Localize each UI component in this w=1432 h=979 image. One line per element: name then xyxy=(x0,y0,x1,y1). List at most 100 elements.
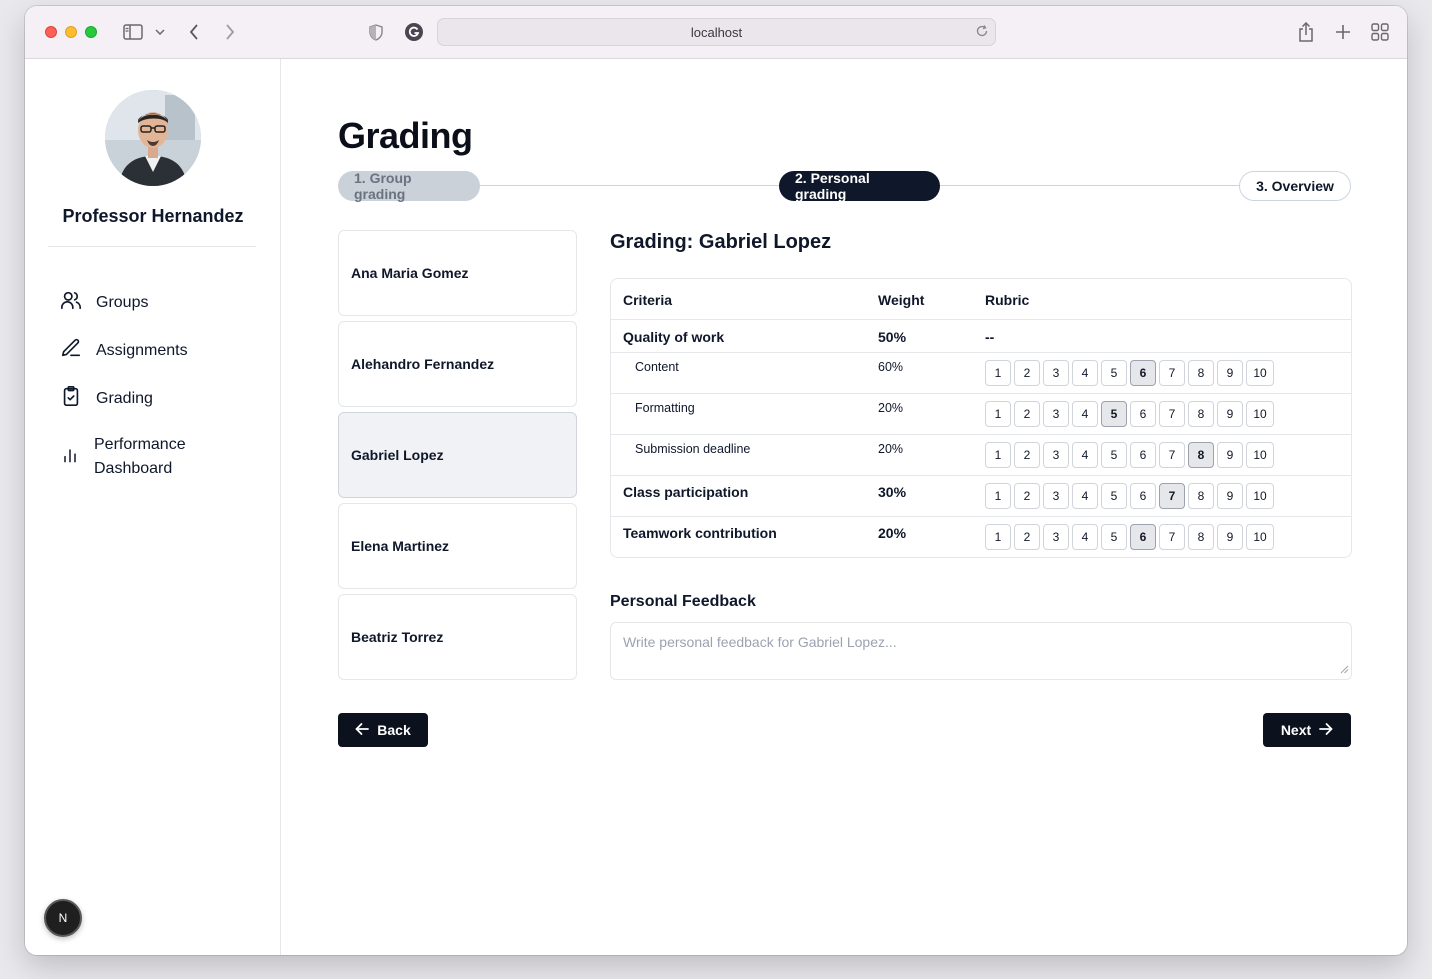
score-button-9[interactable]: 9 xyxy=(1217,442,1243,468)
score-button-3[interactable]: 3 xyxy=(1043,442,1069,468)
feedback-textarea[interactable]: Write personal feedback for Gabriel Lope… xyxy=(610,622,1352,680)
arrow-left-icon xyxy=(355,722,370,739)
score-button-10[interactable]: 10 xyxy=(1246,360,1274,386)
forward-arrow-icon[interactable] xyxy=(221,20,239,44)
step-overview[interactable]: 3. Overview xyxy=(1239,171,1351,201)
score-button-9[interactable]: 9 xyxy=(1217,483,1243,509)
score-button-8[interactable]: 8 xyxy=(1188,442,1214,468)
rubric-scale: 1 2 3 4 5 6 7 8 9 10 xyxy=(985,483,1274,509)
score-button-7[interactable]: 7 xyxy=(1159,442,1185,468)
next-button[interactable]: Next xyxy=(1263,713,1351,747)
score-button-10[interactable]: 10 xyxy=(1246,483,1274,509)
score-button-9[interactable]: 9 xyxy=(1217,360,1243,386)
score-button-6[interactable]: 6 xyxy=(1130,524,1156,550)
score-button-6[interactable]: 6 xyxy=(1130,483,1156,509)
chevron-down-icon[interactable] xyxy=(153,20,167,44)
score-button-2[interactable]: 2 xyxy=(1014,524,1040,550)
score-button-4[interactable]: 4 xyxy=(1072,524,1098,550)
score-button-1[interactable]: 1 xyxy=(985,442,1011,468)
sidebar-item-performance-dashboard[interactable]: Performance Dashboard xyxy=(60,433,186,481)
score-button-3[interactable]: 3 xyxy=(1043,360,1069,386)
score-button-2[interactable]: 2 xyxy=(1014,483,1040,509)
score-button-10[interactable]: 10 xyxy=(1246,401,1274,427)
score-button-5[interactable]: 5 xyxy=(1101,483,1127,509)
step-group-grading[interactable]: 1. Group grading xyxy=(338,170,480,202)
new-tab-icon[interactable] xyxy=(1332,20,1354,44)
score-button-5[interactable]: 5 xyxy=(1101,524,1127,550)
page-title: Grading xyxy=(338,115,473,156)
score-button-4[interactable]: 4 xyxy=(1072,360,1098,386)
student-card[interactable]: Beatriz Torrez xyxy=(338,594,577,680)
score-button-8[interactable]: 8 xyxy=(1188,360,1214,386)
score-button-7[interactable]: 7 xyxy=(1159,401,1185,427)
student-card[interactable]: Ana Maria Gomez xyxy=(338,230,577,316)
zoom-window-button[interactable] xyxy=(85,26,97,38)
score-button-4[interactable]: 4 xyxy=(1072,401,1098,427)
student-card[interactable]: Alehandro Fernandez xyxy=(338,321,577,407)
table-row: Class participation 30% 1 2 3 4 5 6 7 8 9 10 xyxy=(611,476,1351,517)
close-window-button[interactable] xyxy=(45,26,57,38)
score-button-3[interactable]: 3 xyxy=(1043,483,1069,509)
score-button-5[interactable]: 5 xyxy=(1101,401,1127,427)
step-personal-grading[interactable]: 2. Personal grading xyxy=(779,170,940,202)
score-button-7[interactable]: 7 xyxy=(1159,483,1185,509)
score-button-10[interactable]: 10 xyxy=(1246,442,1274,468)
grammarly-icon[interactable] xyxy=(403,20,425,44)
sidebar-item-assignments[interactable]: Assignments xyxy=(60,337,188,364)
score-button-8[interactable]: 8 xyxy=(1188,524,1214,550)
score-button-6[interactable]: 6 xyxy=(1130,442,1156,468)
score-button-5[interactable]: 5 xyxy=(1101,442,1127,468)
score-button-1[interactable]: 1 xyxy=(985,401,1011,427)
sidebar-item-label: Groups xyxy=(96,293,149,311)
score-button-1[interactable]: 1 xyxy=(985,524,1011,550)
address-bar[interactable]: localhost xyxy=(437,18,996,46)
score-button-7[interactable]: 7 xyxy=(1159,360,1185,386)
sidebar-item-grading[interactable]: Grading xyxy=(60,385,153,412)
sidebar-item-groups[interactable]: Groups xyxy=(60,289,148,316)
back-button[interactable]: Back xyxy=(338,713,428,747)
criteria-name: Teamwork contribution xyxy=(623,525,777,541)
share-icon[interactable] xyxy=(1295,20,1317,44)
feedback-placeholder: Write personal feedback for Gabriel Lope… xyxy=(623,634,897,650)
score-button-3[interactable]: 3 xyxy=(1043,401,1069,427)
resize-grip-icon[interactable] xyxy=(1340,661,1349,677)
score-button-7[interactable]: 7 xyxy=(1159,524,1185,550)
score-button-1[interactable]: 1 xyxy=(985,483,1011,509)
sidebar-item-label: Performance Dashboard xyxy=(94,433,186,481)
score-button-6[interactable]: 6 xyxy=(1130,360,1156,386)
score-button-6[interactable]: 6 xyxy=(1130,401,1156,427)
score-button-2[interactable]: 2 xyxy=(1014,401,1040,427)
back-arrow-icon[interactable] xyxy=(185,20,203,44)
sidebar-toggle-icon[interactable] xyxy=(121,20,145,44)
shield-icon[interactable] xyxy=(367,20,385,44)
bar-chart-icon xyxy=(60,445,80,470)
nextjs-badge[interactable]: N xyxy=(44,899,82,937)
score-button-4[interactable]: 4 xyxy=(1072,483,1098,509)
column-header-rubric: Rubric xyxy=(985,292,1030,308)
student-card[interactable]: Elena Martinez xyxy=(338,503,577,589)
score-button-8[interactable]: 8 xyxy=(1188,401,1214,427)
score-button-5[interactable]: 5 xyxy=(1101,360,1127,386)
criteria-name: Submission deadline xyxy=(635,442,751,456)
score-button-8[interactable]: 8 xyxy=(1188,483,1214,509)
tab-overview-icon[interactable] xyxy=(1369,20,1391,44)
student-name: Alehandro Fernandez xyxy=(351,356,495,372)
criteria-weight: 30% xyxy=(878,484,907,500)
minimize-window-button[interactable] xyxy=(65,26,77,38)
score-button-4[interactable]: 4 xyxy=(1072,442,1098,468)
student-name: Beatriz Torrez xyxy=(351,629,444,645)
score-button-9[interactable]: 9 xyxy=(1217,524,1243,550)
score-button-3[interactable]: 3 xyxy=(1043,524,1069,550)
score-button-1[interactable]: 1 xyxy=(985,360,1011,386)
score-button-2[interactable]: 2 xyxy=(1014,360,1040,386)
student-name: Gabriel Lopez xyxy=(351,447,444,463)
table-row: Quality of work 50% -- xyxy=(611,320,1351,353)
column-header-criteria: Criteria xyxy=(623,292,673,308)
table-row: Formatting 20% 1 2 3 4 5 6 7 8 9 10 xyxy=(611,394,1351,435)
score-button-10[interactable]: 10 xyxy=(1246,524,1274,550)
reload-icon[interactable] xyxy=(975,24,989,41)
student-card-selected[interactable]: Gabriel Lopez xyxy=(338,412,577,498)
score-button-2[interactable]: 2 xyxy=(1014,442,1040,468)
score-button-9[interactable]: 9 xyxy=(1217,401,1243,427)
sidebar-item-label-line2: Dashboard xyxy=(94,460,173,477)
